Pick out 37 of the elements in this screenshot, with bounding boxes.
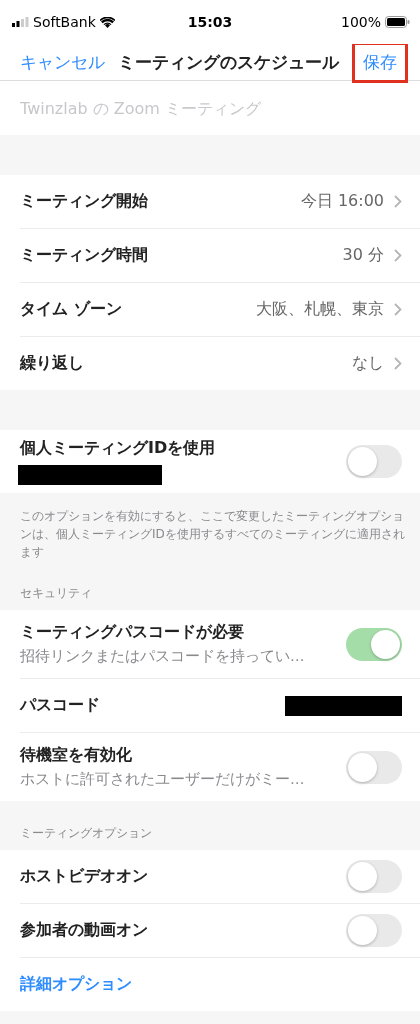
- section-header: セキュリティ: [20, 586, 92, 600]
- row-value: 大阪、札幌、東京: [256, 299, 384, 320]
- toggle-switch[interactable]: [346, 860, 402, 893]
- advanced-options-link[interactable]: 詳細オプション: [20, 974, 132, 995]
- row-label: 待機室を有効化: [20, 745, 133, 766]
- section-header: ミーティングオプション: [20, 826, 152, 840]
- chevron-icon: [394, 195, 402, 208]
- status-time: 15:03: [187, 14, 233, 30]
- chevron-icon: [394, 303, 402, 316]
- nav-title: ミーティングのスケジュール: [118, 50, 339, 74]
- row-label: 個人ミーティングIDを使用: [20, 438, 216, 459]
- row-label: ミーティング開始: [20, 191, 148, 212]
- row-label: ホストビデオオン: [20, 866, 148, 887]
- option-note: このオプションを有効にすると、ここで変更したミーティングオプションは、個人ミーティングIDを使用するすべてのミーティングに適用されます: [20, 508, 406, 561]
- row-subtitle: ホストに許可されたユーザーだけがミー…: [20, 770, 305, 789]
- signal-icon: [12, 17, 29, 27]
- toggle-switch[interactable]: [346, 750, 402, 784]
- carrier: SoftBank: [33, 14, 96, 30]
- row-label: パスコード: [20, 695, 100, 716]
- row-value: なし: [352, 353, 384, 374]
- toggle-switch[interactable]: [346, 627, 402, 661]
- row-label: タイム ゾーン: [20, 299, 122, 320]
- row-label: 繰り返し: [20, 353, 84, 374]
- battery-percent: 100%: [340, 14, 381, 30]
- cancel-button[interactable]: キャンセル: [20, 50, 105, 74]
- row-label: ミーティングパスコードが必要: [20, 622, 245, 643]
- toggle-switch[interactable]: [346, 914, 402, 947]
- row-value: 今日 16:00: [300, 191, 384, 212]
- row-label: 参加者の動画オン: [20, 920, 148, 941]
- row-subtitle: 招待リンクまたはパスコードを持ってい…: [20, 647, 305, 666]
- wifi-icon: [99, 16, 115, 28]
- row-value: 30 分: [342, 245, 384, 266]
- toggle-switch[interactable]: [346, 445, 402, 478]
- row-label: ミーティング時間: [20, 245, 148, 266]
- chevron-icon: [394, 249, 402, 262]
- chevron-icon: [394, 357, 402, 370]
- battery-icon: [385, 16, 410, 28]
